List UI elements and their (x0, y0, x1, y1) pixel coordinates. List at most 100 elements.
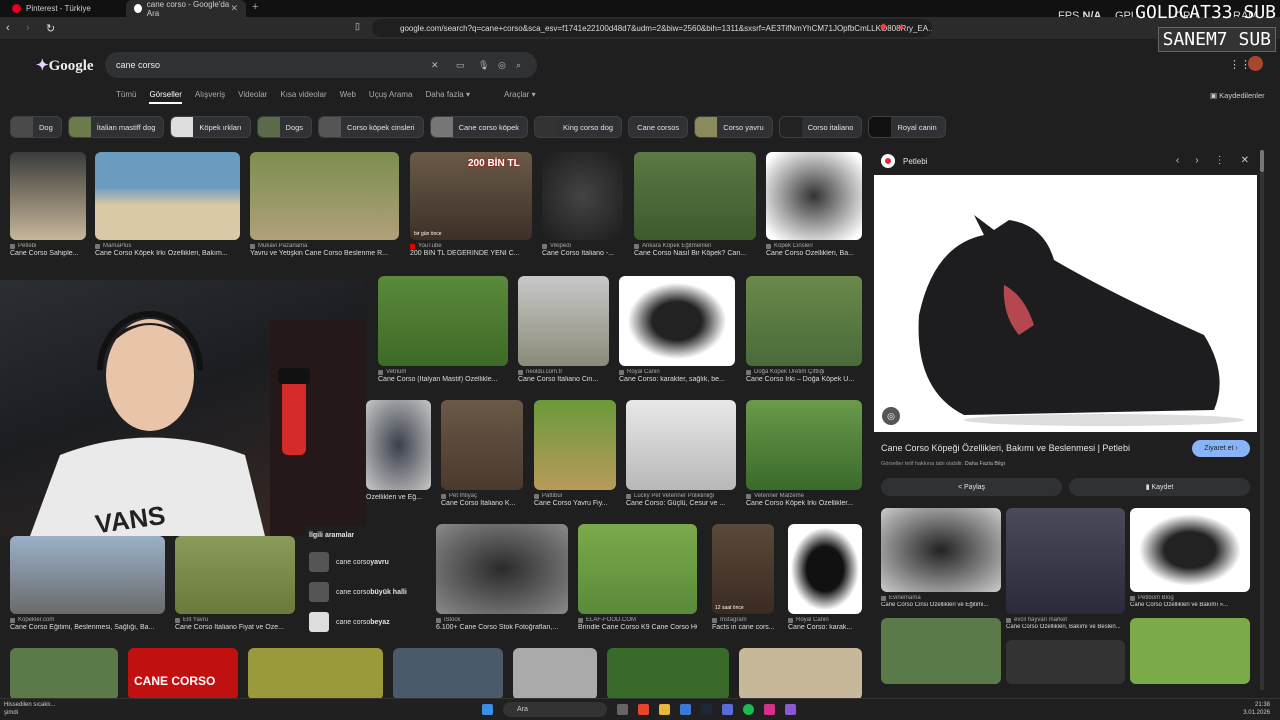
tab-all[interactable]: Tümü (116, 90, 136, 104)
result-card[interactable]: Pattibul Cane Corso Yavru Fiy... (534, 400, 616, 507)
visual-search-icon[interactable]: ◎ (882, 407, 900, 425)
close-icon[interactable]: ✕ (1241, 155, 1249, 166)
save-button[interactable]: ▮ Kaydet (1069, 478, 1250, 496)
steam-icon[interactable] (701, 704, 712, 715)
more-icon[interactable]: ⋮ (1215, 155, 1225, 166)
discord-icon[interactable] (722, 704, 733, 715)
brave-icon[interactable] (638, 704, 649, 715)
system-clock[interactable]: 21:38 3.01.2026 (1243, 701, 1270, 717)
result-card[interactable] (10, 648, 118, 700)
saved-link[interactable]: ▣ Kaydedilenler (1210, 91, 1265, 100)
result-card[interactable]: Doğa Köpek Üretim Çiftliği Cane Corso Ir… (746, 276, 862, 383)
related-item[interactable]: cane corso büyük halli (305, 577, 426, 607)
result-card[interactable] (739, 648, 862, 700)
taskbar-search[interactable]: Ara (503, 702, 607, 717)
result-card[interactable]: Lucky Pet Veteriner Poliklinliği Cane Co… (626, 400, 736, 507)
tab-web[interactable]: Web (340, 90, 356, 104)
url-field[interactable]: google.com/search?q=cane+corso&sca_esv=f… (372, 19, 932, 37)
result-card[interactable]: 200 BİN TL bir gün önce YouTube 200 BİN … (410, 152, 532, 257)
related-item[interactable]: cane corso beyaz (305, 607, 426, 637)
result-card[interactable]: neoldu.com.tr Cane Corso İtaliano Cin... (518, 276, 609, 383)
tab-flights[interactable]: Uçuş Arama (369, 90, 413, 104)
similar-card[interactable]: evcil hayvan market Cane Corso Özellikle… (1006, 508, 1125, 630)
chip-cane-corso-kopek[interactable]: Cane corso köpek (429, 116, 529, 138)
more-info-link[interactable]: Daha Fazla Bilgi (965, 461, 1005, 467)
result-card[interactable]: Royal Canin Cane Corso: karak... (788, 524, 862, 631)
result-card[interactable]: 12 saat önce Instagram Facts in cane cor… (712, 524, 774, 631)
result-card[interactable]: Veteriner Malzeme Cane Corso Köpek Irkı … (746, 400, 862, 507)
result-card[interactable] (248, 648, 383, 700)
bookmark-icon[interactable]: ▯ (355, 21, 360, 32)
microphone-icon[interactable]: 🎙 (478, 60, 489, 71)
result-card[interactable]: Mukavi Pazarlama Yavru ve Yetişkin Cane … (250, 152, 399, 257)
preview-title[interactable]: Cane Corso Köpeği Özellikleri, Bakımı ve… (881, 443, 1130, 453)
panel-source[interactable]: Petlebi (881, 154, 927, 168)
clear-icon[interactable]: ✕ (431, 60, 439, 71)
chip-italian-mastiff[interactable]: İtalian mastiff dog (67, 116, 165, 138)
chip-dogs[interactable]: Dogs (256, 116, 313, 138)
reload-icon[interactable]: ↻ (46, 22, 60, 35)
brave-shield-icon[interactable]: ◆ (880, 21, 887, 32)
browser-tab-pinterest[interactable]: Pinterest - Türkiye (4, 0, 122, 17)
app-icon[interactable] (680, 704, 691, 715)
close-tab-icon[interactable]: ✕ (230, 3, 238, 14)
share-button[interactable]: < Paylaş (881, 478, 1062, 496)
similar-card[interactable]: Evinemama Cane Corso Cinsi Özellikleri v… (881, 508, 1001, 608)
browser-tab-google[interactable]: cane corso - Google'da Ara ✕ (126, 0, 246, 18)
tab-images[interactable]: Görseller (149, 90, 182, 104)
similar-card[interactable]: Petibom Blog Cane Corso Özellikleri ve B… (1130, 508, 1250, 608)
scrollbar-thumb[interactable] (1260, 150, 1264, 172)
tab-short-videos[interactable]: Kısa videolar (280, 90, 326, 104)
result-card[interactable] (607, 648, 729, 700)
result-card[interactable]: MamaPlus Cane Corso Köpek Irkı Özellikle… (95, 152, 240, 257)
next-icon[interactable]: › (1195, 155, 1198, 166)
result-card[interactable]: Petlebi Cane Corso Sahiple... (10, 152, 86, 257)
avatar[interactable] (1248, 56, 1263, 71)
chip-cane-corsos[interactable]: Cane corsos (628, 116, 689, 138)
result-card[interactable]: Özellikleri ve Eğ... (366, 400, 431, 501)
result-card[interactable]: Vikipedi Cane Corso Italiano -... (542, 152, 623, 257)
forward-icon[interactable]: › (26, 22, 40, 34)
back-icon[interactable]: ‹ (6, 22, 20, 34)
lens-icon[interactable]: ◎ (498, 60, 506, 71)
new-tab-button[interactable]: + (252, 1, 258, 13)
task-view-icon[interactable] (617, 704, 628, 715)
chip-kopek-irklari[interactable]: Köpek ırkları (170, 116, 251, 138)
result-card[interactable]: Kopekler.com Cane Corso Eğitimi, Beslenm… (10, 536, 165, 631)
spotify-icon[interactable] (743, 704, 754, 715)
google-logo[interactable]: ✦Google (36, 56, 94, 75)
result-card[interactable] (513, 648, 597, 700)
result-card[interactable]: Ankara Köpek Eğitmenleri Cane Corso Nası… (634, 152, 756, 257)
result-card[interactable]: ELAF-FOOD.COM Brindle Cane Corso K9 Cane… (578, 524, 697, 631)
tab-more[interactable]: Daha fazla ▾ (426, 90, 470, 104)
search-box[interactable]: cane corso ✕ ▭ 🎙 ◎ ⌕ (105, 52, 537, 78)
result-card[interactable]: Pet İhtiyaç Cane Corso İtaliano K... (441, 400, 523, 507)
tools-button[interactable]: Araçlar ▾ (504, 90, 536, 99)
chip-dog[interactable]: Dog (10, 116, 62, 138)
chip-corso-italiano[interactable]: Corso italiano (778, 116, 863, 138)
start-icon[interactable] (482, 704, 493, 715)
chip-royal-canin[interactable]: Royal canin (868, 116, 946, 138)
tab-videos[interactable]: Videolar (238, 90, 267, 104)
chip-king-corso-dog[interactable]: King corso dog (534, 116, 623, 138)
weather-widget[interactable]: Hissedilen sıcaklı... şimdi (4, 701, 55, 717)
page-scrollbar[interactable] (1260, 150, 1264, 690)
previous-icon[interactable]: ‹ (1176, 155, 1179, 166)
rewards-icon[interactable]: ▲ (897, 21, 906, 31)
result-card[interactable]: Vetrium Cane Corso (İtalyan Mastif) Özel… (378, 276, 508, 383)
similar-card[interactable] (1006, 640, 1125, 684)
result-card[interactable]: Elit Yavru Cane Corso İtaliano Fiyat ve … (175, 536, 295, 631)
preview-image[interactable]: ◎ (874, 175, 1257, 432)
chip-corso-kopek-cinsleri[interactable]: Corso köpek cinsleri (318, 116, 424, 138)
explorer-icon[interactable] (659, 704, 670, 715)
result-card[interactable] (393, 648, 503, 700)
obs-icon[interactable] (785, 704, 796, 715)
result-card[interactable]: Köpek Cinsleri Cane Corso Özellikleri, B… (766, 152, 862, 257)
keyboard-icon[interactable]: ▭ (456, 60, 465, 71)
chip-corso-yavru[interactable]: Corso yavru (694, 116, 773, 138)
tab-shopping[interactable]: Alışveriş (195, 90, 225, 104)
similar-card[interactable] (1130, 618, 1250, 684)
instagram-icon[interactable] (764, 704, 775, 715)
search-icon[interactable]: ⌕ (516, 60, 521, 71)
visit-button[interactable]: Ziyaret et › (1192, 440, 1250, 457)
